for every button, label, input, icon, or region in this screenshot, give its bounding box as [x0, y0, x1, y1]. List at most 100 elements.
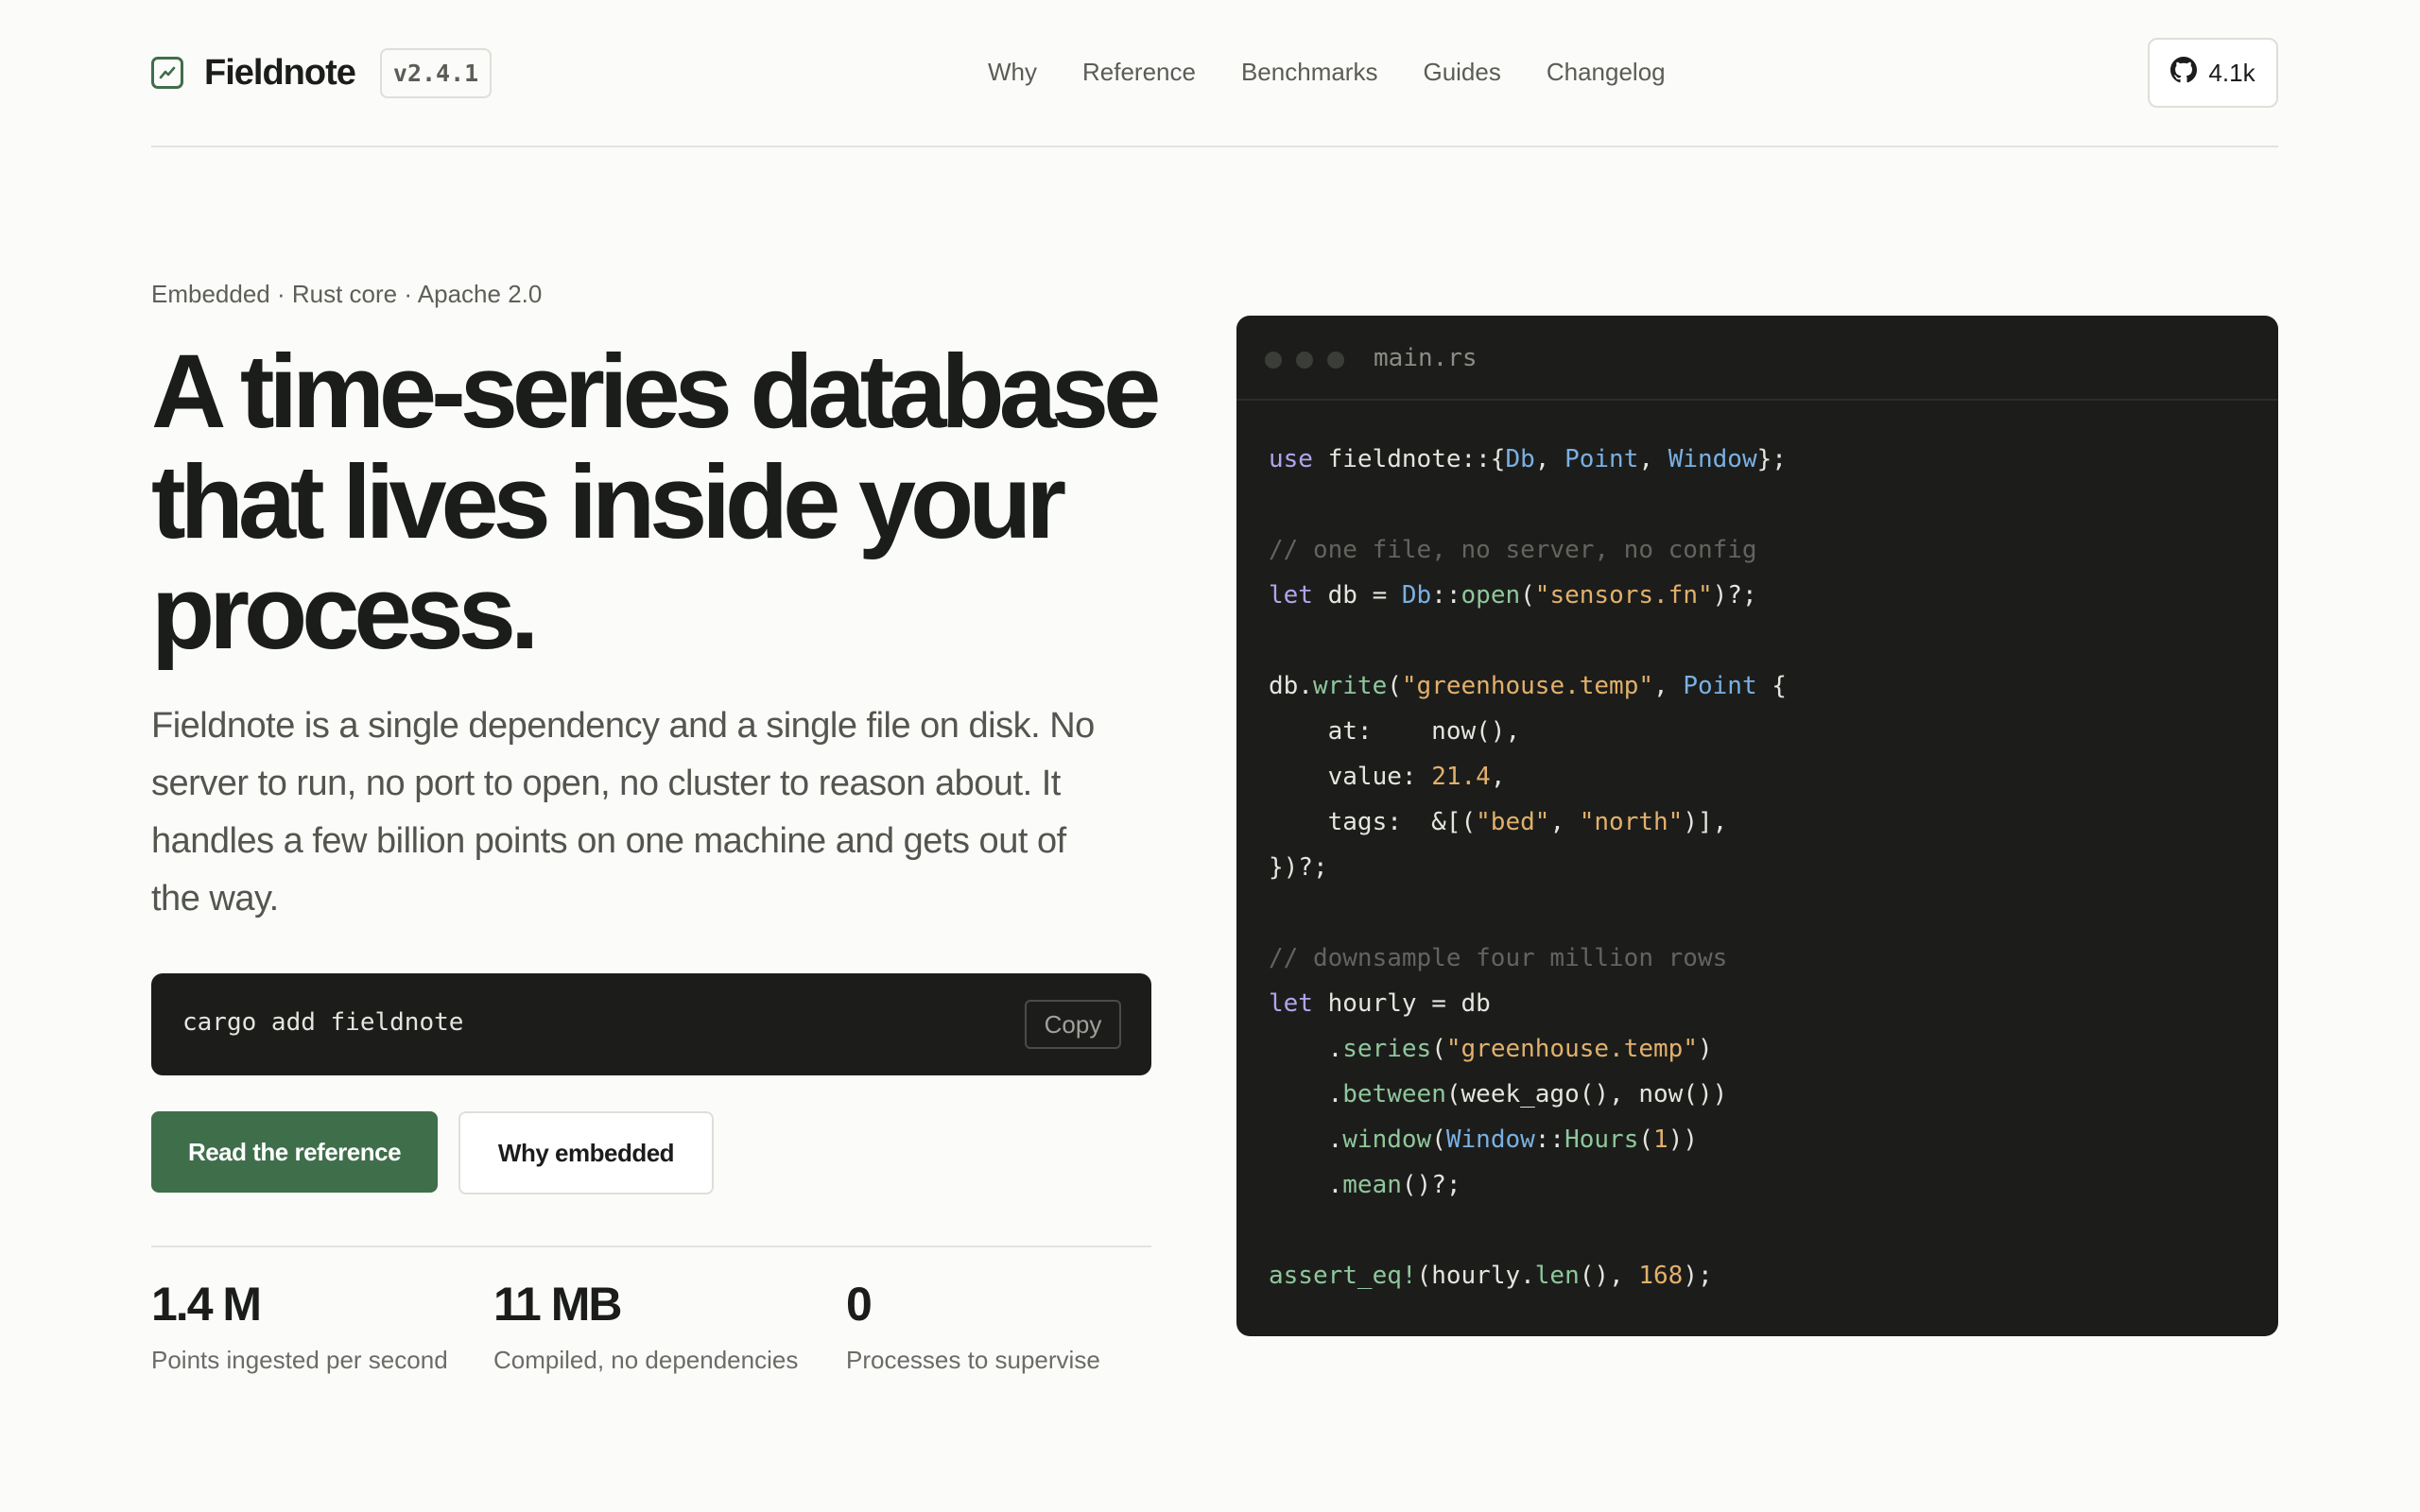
nav-link-benchmarks[interactable]: Benchmarks	[1241, 53, 1378, 91]
code-line: use fieldnote::{Db, Point, Window};	[1269, 437, 1787, 482]
stat-size: 11 MB Compiled, no dependencies	[493, 1272, 798, 1375]
code-token: fieldnote::{	[1312, 445, 1506, 473]
install-box: cargo add fieldnote Copy	[151, 973, 1151, 1075]
github-stars: 4.1k	[2208, 58, 2256, 87]
code-token: ,	[1490, 763, 1506, 791]
code-token: at: now(),	[1269, 717, 1521, 746]
code-token: Point	[1683, 672, 1757, 700]
code-token: series	[1342, 1035, 1432, 1063]
copy-button[interactable]: Copy	[1025, 1000, 1121, 1049]
code-token: hourly = db	[1312, 989, 1491, 1018]
code-token: .	[1269, 1171, 1343, 1199]
stat-ingest: 1.4 M Points ingested per second	[151, 1272, 448, 1375]
code-token: ,	[1534, 445, 1565, 473]
code-filename: main.rs	[1374, 344, 1478, 372]
code-token: 168	[1638, 1262, 1684, 1290]
code-token: };	[1756, 445, 1787, 473]
code-token: ))	[1668, 1125, 1698, 1154]
code-token: (),	[1579, 1262, 1639, 1290]
code-token: ,	[1549, 808, 1580, 836]
nav-link-guides[interactable]: Guides	[1423, 53, 1500, 91]
code-panel: main.rs use fieldnote::{Db, Point, Windo…	[1236, 316, 2278, 1336]
code-line: assert_eq!(hourly.len(), 168);	[1269, 1253, 1787, 1298]
hero-lede: Fieldnote is a single dependency and a s…	[151, 706, 1095, 919]
code-token: len	[1534, 1262, 1580, 1290]
stat-processes: 0 Processes to supervise	[846, 1272, 1100, 1375]
code-token: .	[1269, 1035, 1343, 1063]
code-token: )	[1697, 1035, 1713, 1063]
code-token: ::	[1534, 1125, 1565, 1154]
code-token: ,	[1653, 672, 1684, 700]
code-token: db =	[1312, 581, 1402, 610]
code-token: use	[1269, 445, 1313, 473]
nav-link-reference[interactable]: Reference	[1082, 53, 1196, 91]
code-token: Hours	[1564, 1125, 1639, 1154]
code-token: "north"	[1579, 808, 1684, 836]
nav-link-changelog[interactable]: Changelog	[1547, 53, 1666, 91]
code-token: (	[1387, 672, 1402, 700]
window-dot	[1296, 352, 1313, 369]
code-line: // one file, no server, no config	[1269, 527, 1787, 573]
code-token: ::	[1431, 581, 1461, 610]
brand-name: Fieldnote	[204, 52, 356, 93]
code-token: (hourly.	[1416, 1262, 1535, 1290]
code-token: Point	[1564, 445, 1639, 473]
code-line: .series("greenhouse.temp")	[1269, 1026, 1787, 1072]
code-token: ()?;	[1401, 1171, 1461, 1199]
code-token: )?;	[1712, 581, 1757, 610]
hero-kicker: Embedded · Rust core · Apache 2.0	[151, 280, 543, 308]
code-line: let db = Db::open("sensors.fn")?;	[1269, 573, 1787, 618]
code-token: {	[1756, 672, 1787, 700]
code-token: 1	[1653, 1125, 1668, 1154]
code-token: .	[1269, 1080, 1343, 1108]
code-body: use fieldnote::{Db, Point, Window};// on…	[1269, 437, 1787, 1298]
code-token: 21.4	[1431, 763, 1491, 791]
code-token: mean	[1342, 1171, 1402, 1199]
window-dot	[1327, 352, 1344, 369]
version-badge[interactable]: v2.4.1	[379, 47, 493, 98]
code-token: assert_eq!	[1269, 1262, 1417, 1290]
code-line: .window(Window::Hours(1))	[1269, 1117, 1787, 1162]
code-token: open	[1461, 581, 1521, 610]
nav-link-why[interactable]: Why	[988, 53, 1037, 91]
code-token: let	[1269, 581, 1313, 610]
code-line: at: now(),	[1269, 709, 1787, 754]
code-token: (week_ago(), now())	[1445, 1080, 1728, 1108]
code-token: );	[1683, 1262, 1713, 1290]
hero-title: A time-series database that lives inside…	[151, 334, 1161, 671]
code-token: let	[1269, 989, 1313, 1018]
code-token: (	[1431, 1125, 1446, 1154]
code-token: between	[1342, 1080, 1446, 1108]
code-token: (	[1520, 581, 1535, 610]
brand[interactable]: Fieldnote v2.4.1	[151, 46, 493, 99]
code-token: "greenhouse.temp"	[1401, 672, 1654, 700]
code-token: Window	[1445, 1125, 1535, 1154]
stat-value: 1.4 M	[151, 1278, 262, 1331]
stat-value: 11 MB	[493, 1278, 623, 1331]
code-line: // downsample four million rows	[1269, 936, 1787, 981]
read-reference-button[interactable]: Read the reference	[151, 1111, 438, 1193]
why-embedded-button[interactable]: Why embedded	[458, 1111, 714, 1194]
code-token: write	[1312, 672, 1388, 700]
code-token: "bed"	[1476, 808, 1550, 836]
code-token: // downsample four million rows	[1269, 944, 1728, 972]
code-token: .	[1269, 1125, 1343, 1154]
code-line: .mean()?;	[1269, 1162, 1787, 1208]
code-line: tags: &[("bed", "north")],	[1269, 799, 1787, 845]
code-token: db.	[1269, 672, 1313, 700]
code-token: Db	[1505, 445, 1535, 473]
code-token: tags: &[(	[1269, 808, 1477, 836]
code-token: // one file, no server, no config	[1269, 536, 1757, 564]
stat-label: Processes to supervise	[846, 1346, 1100, 1374]
github-button[interactable]: 4.1k	[2148, 38, 2278, 108]
stat-label: Points ingested per second	[151, 1346, 448, 1374]
main-nav: Why Reference Benchmarks Guides Changelo…	[988, 53, 1666, 91]
window-dot	[1265, 352, 1282, 369]
stat-value: 0	[846, 1278, 873, 1331]
install-command[interactable]: cargo add fieldnote	[182, 1008, 463, 1037]
code-token: )],	[1683, 808, 1728, 836]
